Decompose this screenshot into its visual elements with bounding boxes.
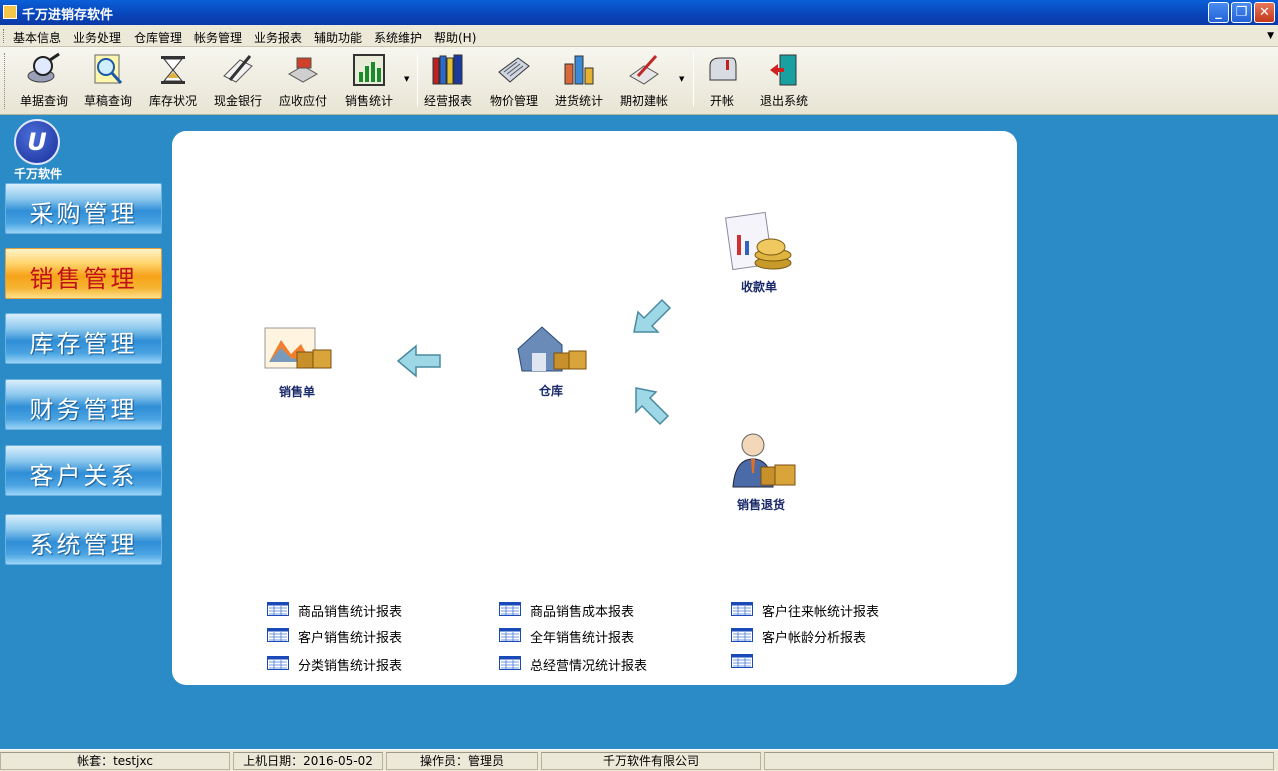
logo-letter: U — [27, 128, 47, 156]
boxes-chart-icon — [564, 55, 594, 85]
report-table-icon — [267, 602, 289, 616]
report-overall-business[interactable]: 总经营情况统计报表 — [499, 654, 699, 674]
toolbar-open-account-button[interactable]: 开帐 — [697, 50, 747, 110]
toolbar-grip — [4, 53, 7, 109]
toolbar-opening-button[interactable]: 期初建帐 — [614, 50, 674, 110]
flow-sales-order-label: 销售单 — [278, 385, 315, 399]
calculator-icon — [498, 57, 530, 83]
logo-name: 千万软件 — [13, 167, 62, 181]
toolbar-business-report-button[interactable]: 经营报表 — [418, 50, 478, 110]
books-icon — [432, 54, 463, 85]
report-empty[interactable] — [731, 652, 771, 670]
bar-chart-icon — [353, 54, 385, 86]
pen-check-icon — [629, 54, 659, 85]
report-table-icon — [267, 656, 289, 670]
status-operator: 操作员：管理员 — [386, 752, 538, 770]
menu-warehouse[interactable]: 仓库管理 — [134, 29, 182, 46]
arrow-up-left-icon — [635, 387, 670, 426]
toolbar-separator — [693, 53, 694, 107]
flow-warehouse-label: 仓库 — [538, 384, 563, 398]
toolbar-purchase-stats-button[interactable]: 进货统计 — [549, 50, 609, 110]
restore-button[interactable]: ❐ — [1231, 2, 1252, 23]
toolbar-cash-bank-button[interactable]: 现金银行 — [208, 50, 268, 110]
main-panel: 销售单 仓库 收款单 销售退货 商品销售统计报表 商品销售成本报表 客户往来帐统… — [172, 131, 1017, 685]
report-table-icon — [731, 602, 753, 616]
toolbar-stock-button[interactable]: 库存状况 — [143, 50, 203, 110]
flow-receipt-label: 收款单 — [740, 280, 777, 294]
status-empty — [764, 752, 1274, 770]
flow-sales-return[interactable]: 销售退货 — [718, 429, 804, 513]
toolbar-doc-query-button[interactable]: 单据查询 — [14, 50, 74, 110]
minimize-button[interactable]: _ — [1208, 2, 1229, 23]
pen-paper-icon — [223, 55, 253, 83]
nav-sales[interactable]: 销售管理 — [5, 248, 162, 299]
report-category-sales[interactable]: 分类销售统计报表 — [267, 654, 467, 674]
sales-order-icon — [264, 327, 332, 369]
report-annual-sales[interactable]: 全年销售统计报表 — [499, 626, 699, 646]
status-account: 帐套：testjxc — [0, 752, 230, 770]
report-table-icon — [267, 628, 289, 642]
menu-tools[interactable]: 辅助功能 — [314, 29, 362, 46]
hourglass-icon — [161, 56, 185, 84]
toolbar-sales-stats-button[interactable]: 销售统计 — [339, 50, 399, 110]
menu-reports[interactable]: 业务报表 — [254, 29, 302, 46]
menu-maintenance[interactable]: 系统维护 — [374, 29, 422, 46]
mailbox-icon — [709, 57, 737, 81]
brand-logo: U 千万软件 — [10, 119, 66, 181]
opening-dropdown-icon[interactable]: ▼ — [679, 75, 684, 83]
nav-customers[interactable]: 客户关系 — [5, 445, 162, 496]
toolbar-price-button[interactable]: 物价管理 — [484, 50, 544, 110]
receipt-icon — [725, 211, 792, 271]
menu-bar: 基本信息 业务处理 仓库管理 帐务管理 业务报表 辅助功能 系统维护 帮助(H)… — [0, 25, 1278, 47]
menu-help[interactable]: 帮助(H) — [434, 29, 476, 46]
toolbar-exit-button[interactable]: 退出系统 — [754, 50, 814, 110]
report-table-icon — [731, 628, 753, 642]
title-bar: 千万进销存软件 _ ❐ ✕ — [0, 0, 1278, 25]
sales-return-icon — [732, 433, 796, 488]
toolbar-receivable-button[interactable]: 应收应付 — [273, 50, 333, 110]
arrow-left-icon — [396, 344, 441, 378]
status-login-date: 上机日期：2016-05-02 — [233, 752, 383, 770]
report-table-icon — [499, 602, 521, 616]
flow-sales-return-label: 销售退货 — [736, 498, 785, 512]
magnifier-disk-icon — [27, 52, 60, 83]
nav-finance[interactable]: 财务管理 — [5, 379, 162, 430]
flow-receipt[interactable]: 收款单 — [716, 211, 802, 295]
nav-purchase[interactable]: 采购管理 — [5, 183, 162, 234]
stamp-icon — [287, 57, 319, 83]
report-customer-sales[interactable]: 客户销售统计报表 — [267, 626, 467, 646]
close-button[interactable]: ✕ — [1254, 2, 1275, 23]
window-title: 千万进销存软件 — [22, 8, 114, 23]
menu-business[interactable]: 业务处理 — [73, 29, 121, 46]
status-bar: 帐套：testjxc 上机日期：2016-05-02 操作员：管理员 千万软件有… — [0, 749, 1278, 771]
report-product-sales[interactable]: 商品销售统计报表 — [267, 600, 467, 620]
report-customer-accounts[interactable]: 客户往来帐统计报表 — [731, 600, 951, 620]
flow-warehouse[interactable]: 仓库 — [508, 323, 594, 399]
report-table-icon — [499, 656, 521, 670]
menu-overflow-icon[interactable]: ▼ — [1267, 31, 1274, 41]
status-company: 千万软件有限公司 — [541, 752, 761, 770]
report-table-icon — [731, 654, 753, 668]
report-product-cost[interactable]: 商品销售成本报表 — [499, 600, 699, 620]
menu-accounts[interactable]: 帐务管理 — [194, 29, 242, 46]
menu-grip — [3, 29, 5, 43]
menu-basic-info[interactable]: 基本信息 — [13, 29, 61, 46]
sales-stats-dropdown-icon[interactable]: ▼ — [404, 75, 409, 83]
magnifier-doc-icon — [94, 54, 123, 85]
report-table-icon — [499, 628, 521, 642]
exit-door-icon — [770, 54, 797, 86]
flow-sales-order[interactable]: 销售单 — [254, 324, 340, 400]
toolbar: 单据查询 草稿查询 库存状况 现金银行 应收应付 销售统计 ▼ 经营报表 物价管… — [0, 47, 1278, 115]
report-customer-aging[interactable]: 客户帐龄分析报表 — [731, 626, 951, 646]
toolbar-draft-query-button[interactable]: 草稿查询 — [78, 50, 138, 110]
nav-system[interactable]: 系统管理 — [5, 514, 162, 565]
arrow-down-left-icon — [633, 298, 672, 333]
warehouse-icon — [517, 326, 587, 372]
nav-inventory[interactable]: 库存管理 — [5, 313, 162, 364]
app-icon — [3, 5, 17, 19]
